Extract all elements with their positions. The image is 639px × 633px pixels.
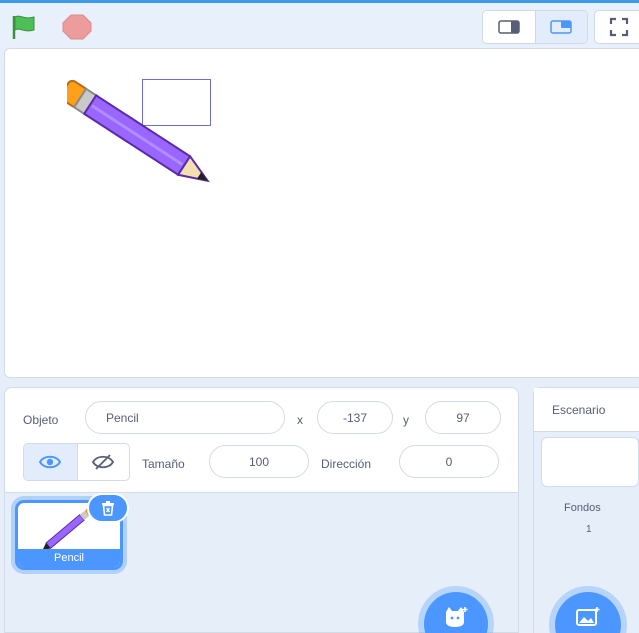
normal-stage-button[interactable]	[534, 11, 587, 43]
delete-sprite-button[interactable]	[87, 493, 129, 523]
hide-sprite-button[interactable]	[76, 444, 130, 480]
stage-canvas[interactable]	[4, 48, 639, 378]
stage-header-bar	[0, 0, 639, 48]
cat-add-icon	[446, 607, 468, 627]
small-stage-button[interactable]	[483, 11, 535, 43]
backdrops-label: Fondos	[564, 502, 601, 514]
visibility-toggle	[23, 443, 130, 481]
direction-input[interactable]: 0	[399, 445, 499, 478]
trash-icon	[102, 501, 114, 516]
y-label: y	[403, 413, 409, 427]
x-position-input[interactable]: -137	[317, 401, 393, 434]
pencil-sprite[interactable]	[67, 73, 239, 199]
stage-size-toggle	[482, 10, 588, 44]
stage-thumbnail[interactable]	[541, 437, 639, 487]
green-flag-icon[interactable]	[10, 13, 38, 41]
stage-panel-title: Escenario	[534, 388, 639, 432]
small-stage-icon	[498, 20, 520, 34]
stop-icon[interactable]	[60, 13, 94, 41]
show-sprite-button[interactable]	[24, 444, 77, 480]
sprite-name-input[interactable]: Pencil	[85, 401, 285, 434]
backdrops-count: 1	[586, 524, 592, 535]
y-position-input[interactable]: 97	[425, 401, 501, 434]
direction-label: Dirección	[321, 457, 372, 471]
sprite-info-panel: Objeto Pencil x -137 y 97 Tamaño 100 Dir…	[4, 387, 519, 493]
image-add-icon	[576, 607, 600, 626]
size-input[interactable]: 100	[209, 445, 309, 478]
eye-hidden-icon	[92, 454, 115, 470]
eye-icon	[39, 455, 62, 469]
object-label: Objeto	[23, 413, 59, 427]
fullscreen-button[interactable]	[594, 10, 639, 44]
sprite-tile-label: Pencil	[18, 549, 120, 567]
normal-stage-icon	[550, 20, 573, 34]
fullscreen-icon	[609, 17, 629, 37]
x-label: x	[297, 413, 303, 427]
size-label: Tamaño	[142, 457, 185, 471]
